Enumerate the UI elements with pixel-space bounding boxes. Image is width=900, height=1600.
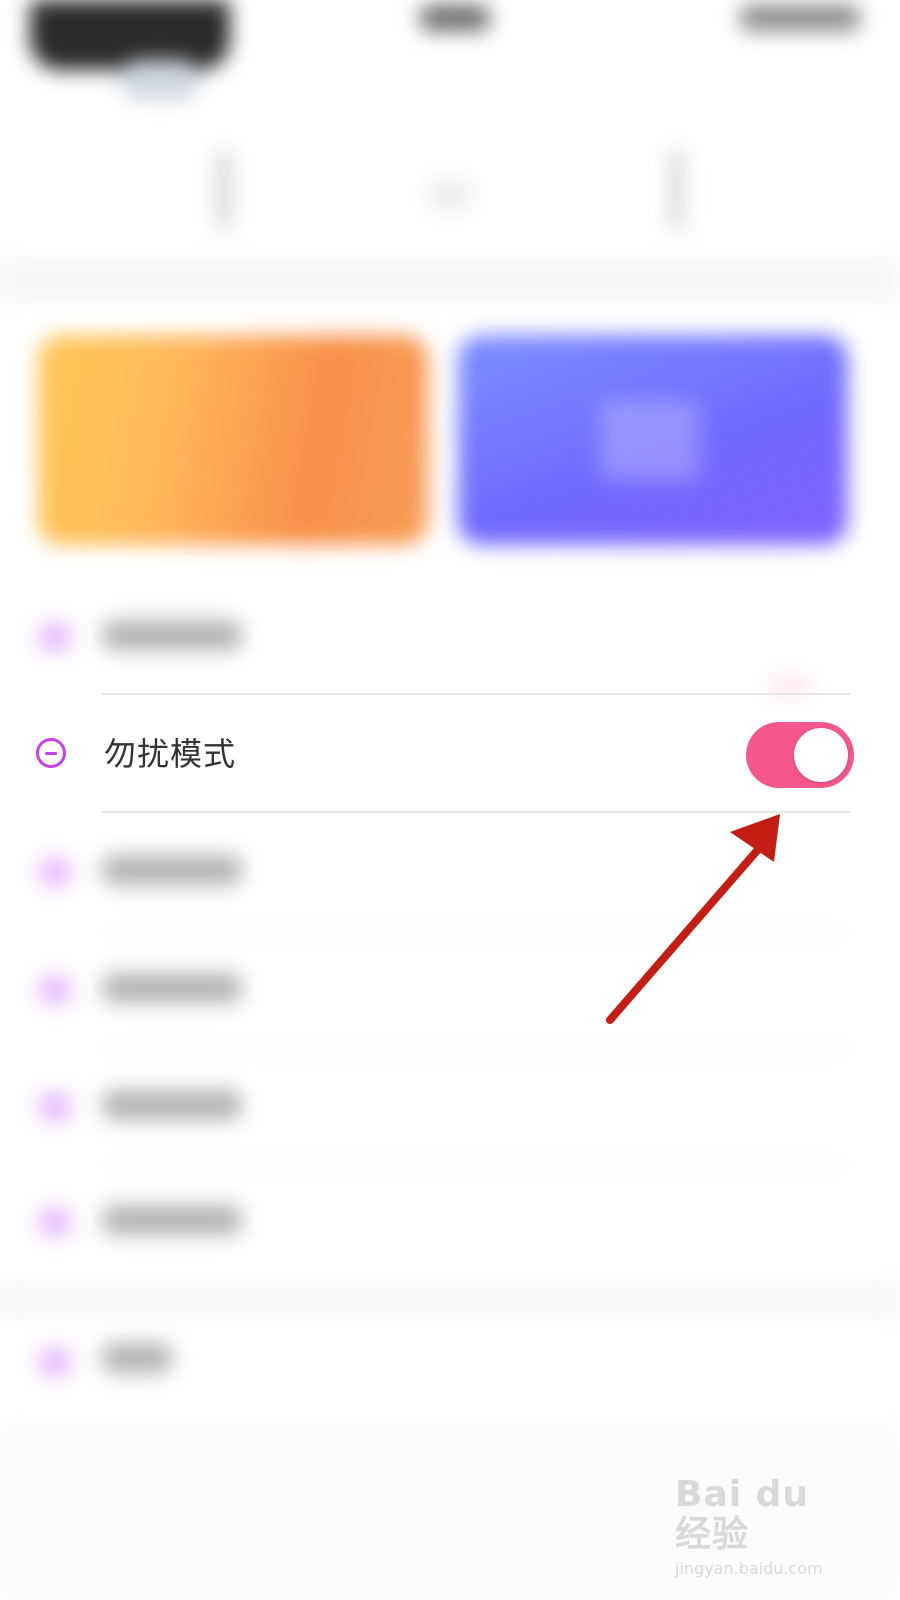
- row-1-icon: [38, 622, 72, 652]
- promo-card-blue-text: [600, 400, 700, 480]
- minus-glyph: [45, 752, 57, 755]
- section-divider: [0, 260, 900, 300]
- watermark-url: jingyan.baidu.com: [675, 1559, 823, 1578]
- toggle-knob[interactable]: [794, 728, 848, 782]
- row-4-divider: [102, 1048, 850, 1050]
- settings-screen: 勿扰模式 Bai du 经验 jingyan.baidu.com: [0, 0, 900, 1600]
- row-3-label[interactable]: [102, 855, 242, 885]
- row-7-icon: [38, 1347, 72, 1377]
- stat-item-middle[interactable]: [430, 180, 470, 210]
- section-divider-bottom: [0, 1285, 900, 1315]
- row-3-divider: [102, 932, 850, 934]
- row-1-label[interactable]: [102, 620, 242, 650]
- stat-item-left[interactable]: [217, 150, 231, 230]
- row-5-divider: [102, 1164, 850, 1166]
- row-6-label[interactable]: [102, 1205, 242, 1235]
- row-7-label[interactable]: [102, 1343, 172, 1373]
- row-5-label[interactable]: [102, 1090, 242, 1120]
- row-4-icon: [38, 975, 72, 1005]
- stat-item-right[interactable]: [670, 150, 684, 230]
- baidu-watermark: Bai du 经验 jingyan.baidu.com: [675, 1475, 855, 1579]
- avatar[interactable]: [30, 0, 230, 70]
- username-placeholder: [420, 5, 490, 31]
- row-5-icon: [38, 1092, 72, 1122]
- avatar-badge: [120, 60, 200, 100]
- minus-circle-icon: [36, 738, 66, 768]
- blurred-background: [0, 0, 900, 1600]
- row-4-label[interactable]: [102, 973, 242, 1003]
- promo-card-orange[interactable]: [38, 335, 428, 545]
- row-divider-bottom: [102, 811, 850, 813]
- row-6-icon: [38, 1207, 72, 1237]
- do-not-disturb-toggle[interactable]: [746, 722, 854, 788]
- row-1-badge: [770, 680, 810, 692]
- header-action[interactable]: [740, 5, 860, 31]
- row-divider-top: [102, 693, 850, 695]
- do-not-disturb-label: 勿扰模式: [104, 735, 237, 773]
- row-3-icon: [38, 857, 72, 887]
- watermark-logo-text: Bai du 经验: [675, 1474, 810, 1555]
